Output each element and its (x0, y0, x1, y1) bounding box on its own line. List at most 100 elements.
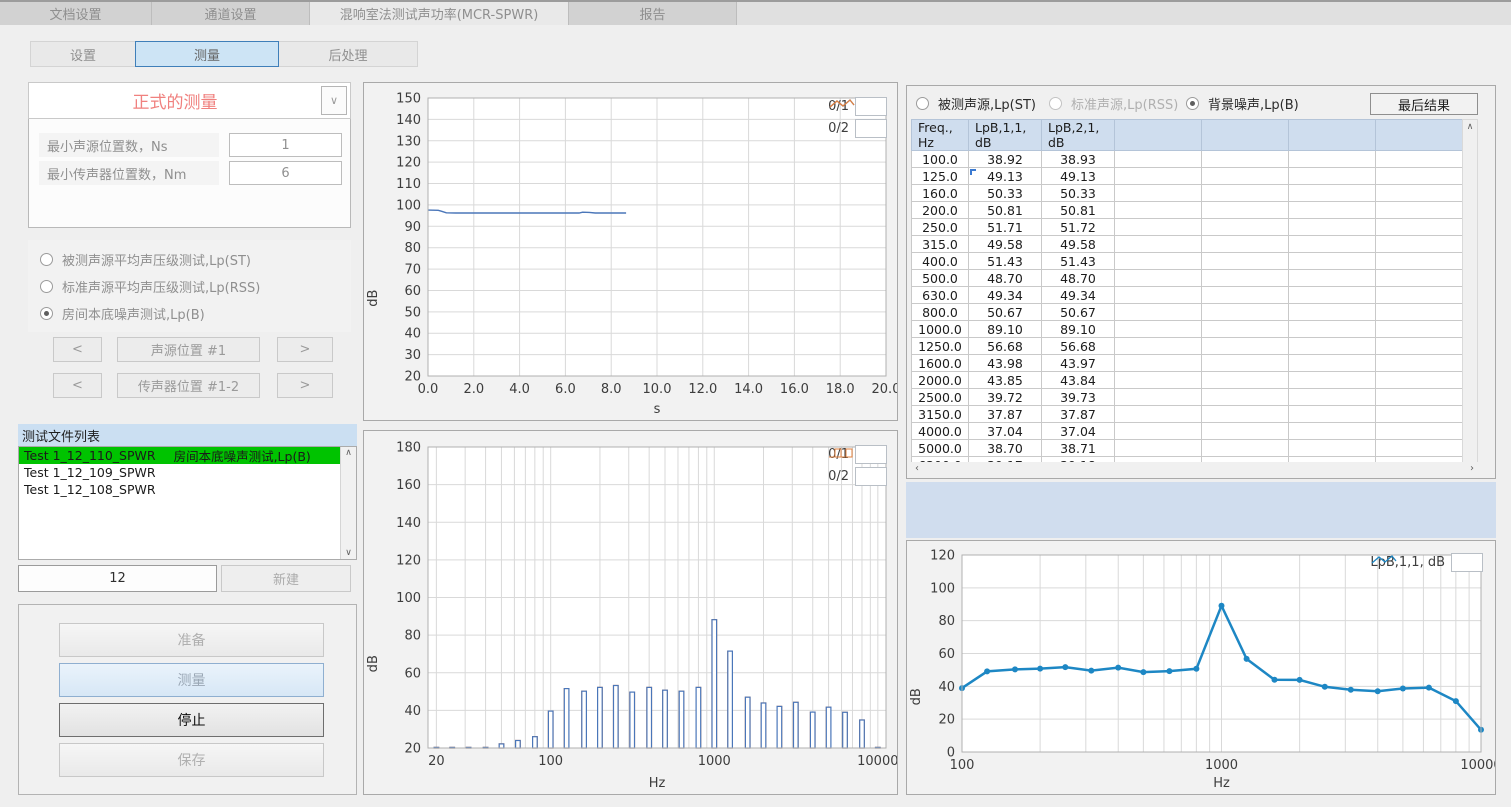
table-cell[interactable] (1289, 304, 1376, 321)
table-cell[interactable] (1115, 236, 1202, 253)
list-item[interactable]: Test 1_12_110_SPWR房间本底噪声测试,Lp(B) (19, 447, 341, 464)
table-cell[interactable] (1115, 355, 1202, 372)
table-cell[interactable] (1115, 185, 1202, 202)
radio-icon[interactable] (40, 253, 53, 266)
table-cell[interactable] (1376, 253, 1463, 270)
result-radio-1[interactable]: 标准声源,Lp(RSS) (1049, 94, 1178, 112)
table-cell[interactable] (1115, 372, 1202, 389)
tab-channel-settings[interactable]: 通道设置 (152, 2, 310, 25)
table-cell[interactable]: 49.34 (969, 287, 1042, 304)
new-button[interactable]: 新建 (221, 565, 351, 592)
table-cell[interactable] (1202, 389, 1289, 406)
table-cell[interactable]: 49.58 (1042, 236, 1115, 253)
table-cell[interactable]: 38.93 (1042, 151, 1115, 168)
table-cell[interactable]: 43.97 (1042, 355, 1115, 372)
table-cell[interactable] (1376, 151, 1463, 168)
table-header[interactable] (1289, 120, 1376, 151)
table-cell[interactable]: 50.33 (1042, 185, 1115, 202)
table-cell[interactable] (1376, 321, 1463, 338)
table-cell[interactable] (1289, 253, 1376, 270)
table-cell[interactable] (1115, 406, 1202, 423)
source-next-button[interactable]: > (277, 337, 333, 362)
table-cell[interactable]: 800.0 (912, 304, 969, 321)
table-vscrollbar[interactable]: ∧ ∨ (1462, 119, 1478, 478)
table-cell[interactable]: 3150.0 (912, 406, 969, 423)
table-header[interactable] (1202, 120, 1289, 151)
scroll-left-icon[interactable]: ‹ (915, 463, 919, 474)
tab-report[interactable]: 报告 (569, 2, 737, 25)
table-cell[interactable] (1202, 287, 1289, 304)
table-cell[interactable]: 43.85 (969, 372, 1042, 389)
table-cell[interactable] (1376, 219, 1463, 236)
table-cell[interactable]: 49.58 (969, 236, 1042, 253)
table-cell[interactable]: 89.10 (969, 321, 1042, 338)
table-cell[interactable]: 56.68 (1042, 338, 1115, 355)
table-cell[interactable]: 500.0 (912, 270, 969, 287)
table-cell[interactable]: 1600.0 (912, 355, 969, 372)
test-type-radio-2[interactable]: 房间本底噪声测试,Lp(B) (40, 304, 205, 322)
test-type-radio-0[interactable]: 被测声源平均声压级测试,Lp(ST) (40, 250, 251, 268)
table-cell[interactable]: 400.0 (912, 253, 969, 270)
scroll-down-icon[interactable]: ∨ (341, 548, 356, 558)
table-cell[interactable] (1289, 185, 1376, 202)
table-cell[interactable] (1202, 236, 1289, 253)
table-cell[interactable] (1202, 372, 1289, 389)
table-cell[interactable]: 1000.0 (912, 321, 969, 338)
table-cell[interactable]: 89.10 (1042, 321, 1115, 338)
radio-icon[interactable] (1186, 97, 1199, 110)
table-cell[interactable]: 50.67 (1042, 304, 1115, 321)
table-cell[interactable] (1202, 168, 1289, 185)
test-type-radio-1[interactable]: 标准声源平均声压级测试,Lp(RSS) (40, 277, 260, 295)
table-cell[interactable] (1115, 253, 1202, 270)
scroll-up-icon[interactable]: ∧ (1463, 122, 1477, 132)
table-cell[interactable] (1376, 406, 1463, 423)
table-cell[interactable] (1115, 321, 1202, 338)
table-cell[interactable] (1115, 168, 1202, 185)
table-cell[interactable]: 39.72 (969, 389, 1042, 406)
table-hscrollbar[interactable]: ‹ › (911, 462, 1478, 478)
table-header[interactable]: LpB,1,1, dB (969, 120, 1042, 151)
table-cell[interactable]: 56.68 (969, 338, 1042, 355)
table-cell[interactable] (1202, 355, 1289, 372)
table-cell[interactable]: 100.0 (912, 151, 969, 168)
table-cell[interactable] (1289, 372, 1376, 389)
final-result-button[interactable]: 最后结果 (1370, 93, 1478, 115)
table-cell[interactable] (1202, 304, 1289, 321)
table-cell[interactable] (1376, 168, 1463, 185)
table-cell[interactable]: 38.70 (969, 440, 1042, 457)
measure-button[interactable]: 测量 (59, 663, 324, 697)
table-cell[interactable]: 50.81 (1042, 202, 1115, 219)
table-cell[interactable] (1289, 202, 1376, 219)
mic-position-button[interactable]: 传声器位置 #1-2 (117, 373, 260, 398)
table-cell[interactable]: 4000.0 (912, 423, 969, 440)
table-cell[interactable] (1115, 270, 1202, 287)
table-header[interactable]: Freq., Hz (912, 120, 969, 151)
mic-prev-button[interactable]: < (53, 373, 102, 398)
table-cell[interactable]: 49.34 (1042, 287, 1115, 304)
table-cell[interactable] (1115, 219, 1202, 236)
table-cell[interactable]: 37.87 (969, 406, 1042, 423)
table-cell[interactable] (1376, 355, 1463, 372)
table-cell[interactable]: 2000.0 (912, 372, 969, 389)
table-cell[interactable] (1202, 185, 1289, 202)
table-cell[interactable] (1202, 151, 1289, 168)
table-cell[interactable]: 37.87 (1042, 406, 1115, 423)
table-cell[interactable] (1115, 389, 1202, 406)
table-cell[interactable]: 48.70 (1042, 270, 1115, 287)
table-header[interactable] (1115, 120, 1202, 151)
table-cell[interactable] (1202, 270, 1289, 287)
table-cell[interactable]: 5000.0 (912, 440, 969, 457)
table-cell[interactable]: 1250.0 (912, 338, 969, 355)
table-cell[interactable]: 200.0 (912, 202, 969, 219)
table-cell[interactable] (1115, 423, 1202, 440)
table-cell[interactable]: 51.71 (969, 219, 1042, 236)
table-cell[interactable]: 37.04 (1042, 423, 1115, 440)
subtab-measure[interactable]: 测量 (135, 41, 279, 67)
test-file-list[interactable]: ∧ ∨ Test 1_12_110_SPWR房间本底噪声测试,Lp(B)Test… (18, 446, 357, 560)
table-header[interactable]: LpB,2,1, dB (1042, 120, 1115, 151)
table-cell[interactable] (1289, 355, 1376, 372)
radio-icon[interactable] (40, 280, 53, 293)
table-cell[interactable] (1376, 372, 1463, 389)
table-cell[interactable]: 315.0 (912, 236, 969, 253)
radio-icon[interactable] (1049, 97, 1062, 110)
